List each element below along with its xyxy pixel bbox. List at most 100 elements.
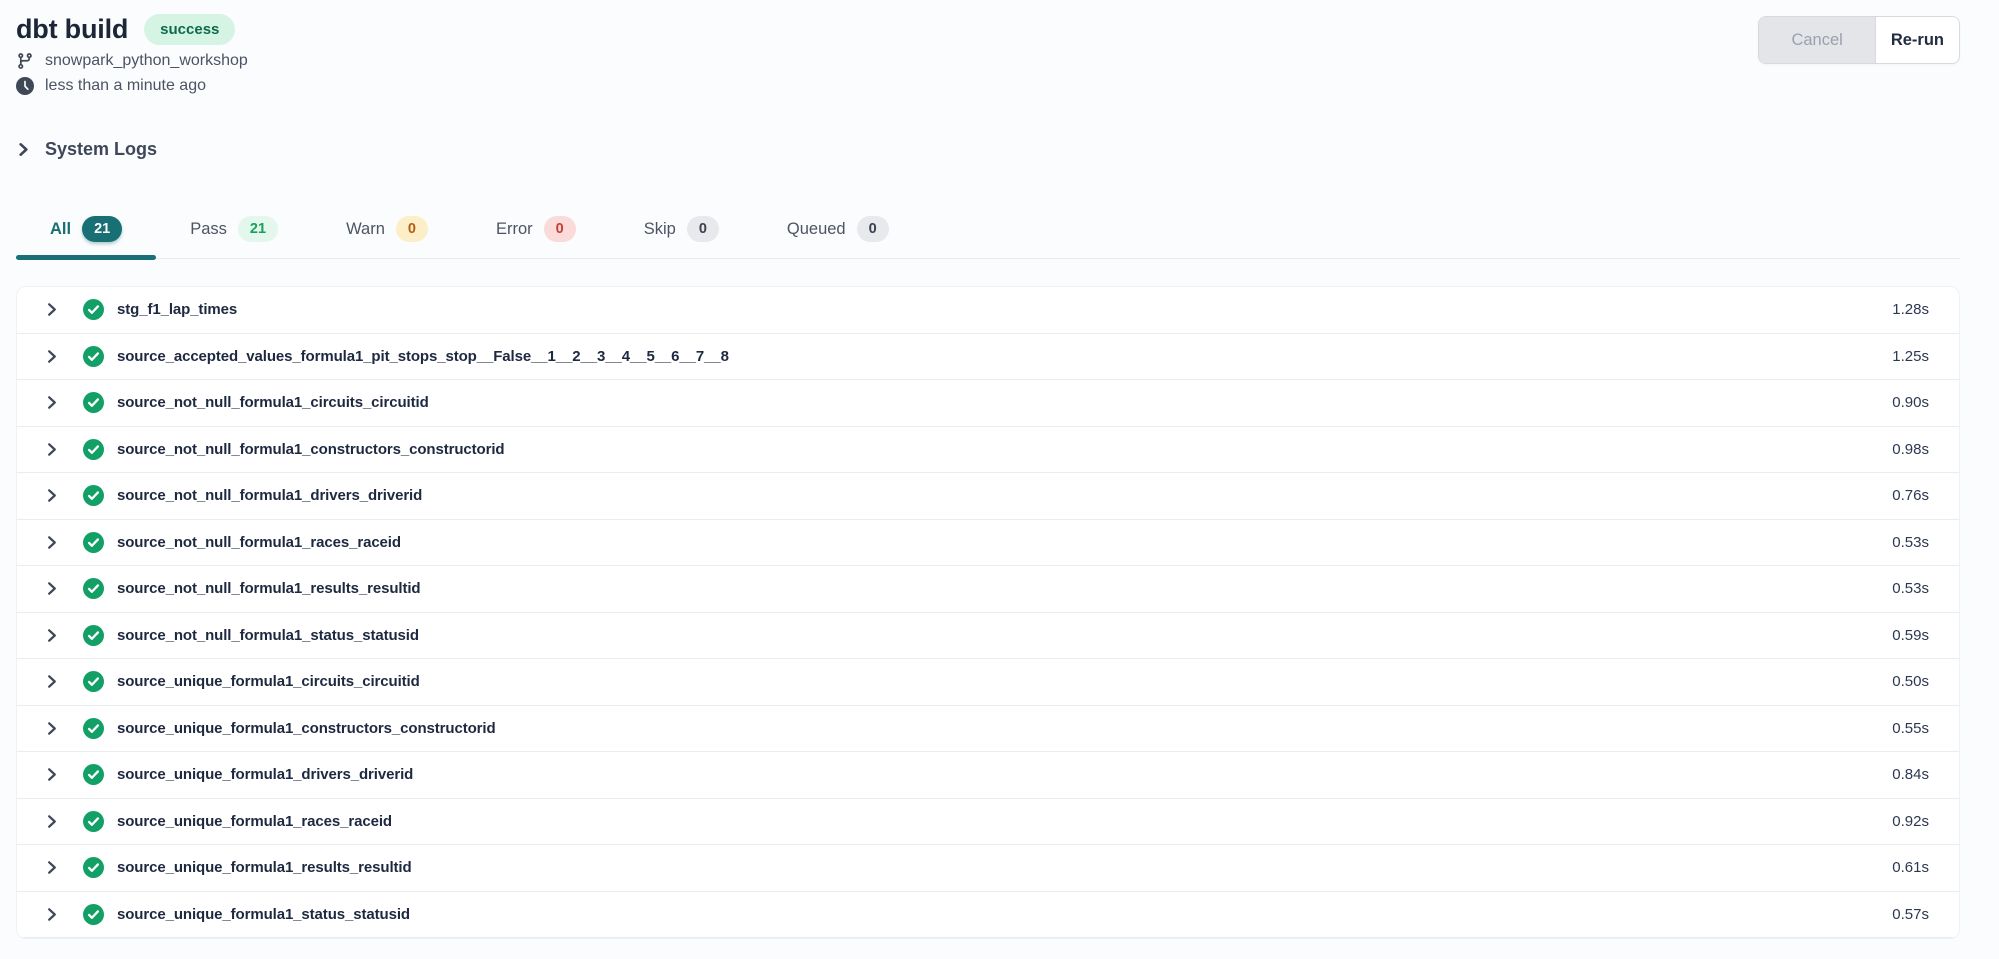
result-name: source_unique_formula1_status_statusid — [117, 906, 410, 923]
tab-count-badge: 0 — [687, 216, 719, 242]
result-duration: 0.53s — [1892, 580, 1929, 597]
success-check-icon — [83, 392, 104, 413]
page-title: dbt build — [16, 14, 128, 45]
branch-name: snowpark_python_workshop — [45, 52, 248, 70]
result-name: source_not_null_formula1_drivers_driveri… — [117, 487, 422, 504]
system-logs-label: System Logs — [45, 139, 157, 160]
result-row[interactable]: source_unique_formula1_results_resultid … — [17, 845, 1959, 892]
expand-chevron-icon[interactable] — [41, 765, 61, 785]
result-name: source_not_null_formula1_constructors_co… — [117, 441, 505, 458]
result-duration: 0.55s — [1892, 720, 1929, 737]
tab[interactable]: Skip 0 — [610, 204, 753, 258]
result-duration: 0.92s — [1892, 813, 1929, 830]
tab-count-badge: 21 — [82, 216, 122, 242]
result-row[interactable]: source_unique_formula1_drivers_driverid … — [17, 752, 1959, 799]
cancel-button[interactable]: Cancel — [1759, 17, 1874, 63]
result-duration: 0.84s — [1892, 766, 1929, 783]
result-tabs: All 21 Pass 21 Warn 0 Error 0 Skip 0 — [16, 204, 1960, 259]
time-row: less than a minute ago — [16, 77, 248, 95]
run-header: dbt build success snowpark_python_worksh… — [16, 14, 1960, 95]
success-check-icon — [83, 532, 104, 553]
tab[interactable]: Warn 0 — [312, 204, 462, 258]
rerun-button[interactable]: Re-run — [1875, 17, 1959, 63]
success-check-icon — [83, 904, 104, 925]
result-name: source_not_null_formula1_results_resulti… — [117, 580, 421, 597]
result-name: source_unique_formula1_drivers_driverid — [117, 766, 413, 783]
result-row[interactable]: source_unique_formula1_circuits_circuiti… — [17, 659, 1959, 706]
success-check-icon — [83, 811, 104, 832]
tab-label: All — [50, 220, 71, 239]
result-row[interactable]: source_not_null_formula1_constructors_co… — [17, 427, 1959, 474]
result-name: source_not_null_formula1_circuits_circui… — [117, 394, 429, 411]
success-check-icon — [83, 625, 104, 646]
tab-label: Warn — [346, 220, 385, 239]
success-check-icon — [83, 764, 104, 785]
expand-chevron-icon[interactable] — [41, 439, 61, 459]
tab[interactable]: Pass 21 — [156, 204, 312, 258]
result-duration: 0.98s — [1892, 441, 1929, 458]
git-branch-icon — [16, 52, 34, 70]
success-check-icon — [83, 857, 104, 878]
expand-chevron-icon[interactable] — [41, 532, 61, 552]
result-row[interactable]: source_unique_formula1_races_raceid 0.92… — [17, 799, 1959, 846]
expand-chevron-icon[interactable] — [41, 625, 61, 645]
tab-count-badge: 0 — [857, 216, 889, 242]
tab-count-badge: 21 — [238, 216, 278, 242]
run-detail-page: dbt build success snowpark_python_worksh… — [0, 0, 1960, 939]
status-badge: success — [144, 14, 235, 45]
expand-chevron-icon[interactable] — [41, 346, 61, 366]
expand-chevron-icon[interactable] — [41, 672, 61, 692]
success-check-icon — [83, 346, 104, 367]
tab[interactable]: Error 0 — [462, 204, 610, 258]
time-ago: less than a minute ago — [45, 77, 206, 95]
result-name: source_not_null_formula1_status_statusid — [117, 627, 419, 644]
success-check-icon — [83, 578, 104, 599]
result-name: source_unique_formula1_results_resultid — [117, 859, 412, 876]
success-check-icon — [83, 485, 104, 506]
success-check-icon — [83, 718, 104, 739]
expand-chevron-icon[interactable] — [41, 486, 61, 506]
run-actions: Cancel Re-run — [1758, 16, 1960, 64]
result-row[interactable]: source_not_null_formula1_circuits_circui… — [17, 380, 1959, 427]
tab[interactable]: All 21 — [16, 204, 156, 258]
result-name: source_unique_formula1_races_raceid — [117, 813, 392, 830]
result-row[interactable]: source_not_null_formula1_status_statusid… — [17, 613, 1959, 660]
tab-label: Queued — [787, 220, 846, 239]
success-check-icon — [83, 299, 104, 320]
tab-label: Skip — [644, 220, 676, 239]
result-duration: 0.90s — [1892, 394, 1929, 411]
result-name: source_accepted_values_formula1_pit_stop… — [117, 348, 729, 365]
expand-chevron-icon[interactable] — [41, 300, 61, 320]
result-row[interactable]: source_unique_formula1_status_statusid 0… — [17, 892, 1959, 939]
expand-chevron-icon[interactable] — [41, 858, 61, 878]
run-summary: dbt build success snowpark_python_worksh… — [16, 14, 248, 95]
expand-chevron-icon[interactable] — [41, 811, 61, 831]
result-duration: 0.76s — [1892, 487, 1929, 504]
result-name: stg_f1_lap_times — [117, 301, 237, 318]
success-check-icon — [83, 671, 104, 692]
tab-count-badge: 0 — [396, 216, 428, 242]
result-row[interactable]: stg_f1_lap_times 1.28s — [17, 287, 1959, 334]
result-duration: 1.28s — [1892, 301, 1929, 318]
expand-chevron-icon[interactable] — [41, 904, 61, 924]
result-duration: 0.50s — [1892, 673, 1929, 690]
system-logs-toggle[interactable]: System Logs — [16, 139, 157, 160]
result-row[interactable]: source_accepted_values_formula1_pit_stop… — [17, 334, 1959, 381]
title-row: dbt build success — [16, 14, 248, 45]
result-row[interactable]: source_not_null_formula1_drivers_driveri… — [17, 473, 1959, 520]
result-duration: 0.57s — [1892, 906, 1929, 923]
results-list: stg_f1_lap_times 1.28s source_accepted_v… — [16, 286, 1960, 939]
tab-label: Pass — [190, 220, 227, 239]
tab[interactable]: Queued 0 — [753, 204, 923, 258]
expand-chevron-icon[interactable] — [41, 718, 61, 738]
result-row[interactable]: source_not_null_formula1_results_resulti… — [17, 566, 1959, 613]
result-duration: 0.61s — [1892, 859, 1929, 876]
expand-chevron-icon[interactable] — [41, 393, 61, 413]
expand-chevron-icon[interactable] — [41, 579, 61, 599]
result-row[interactable]: source_not_null_formula1_races_raceid 0.… — [17, 520, 1959, 567]
result-duration: 0.59s — [1892, 627, 1929, 644]
result-name: source_not_null_formula1_races_raceid — [117, 534, 401, 551]
tab-label: Error — [496, 220, 533, 239]
clock-icon — [16, 77, 34, 95]
result-row[interactable]: source_unique_formula1_constructors_cons… — [17, 706, 1959, 753]
